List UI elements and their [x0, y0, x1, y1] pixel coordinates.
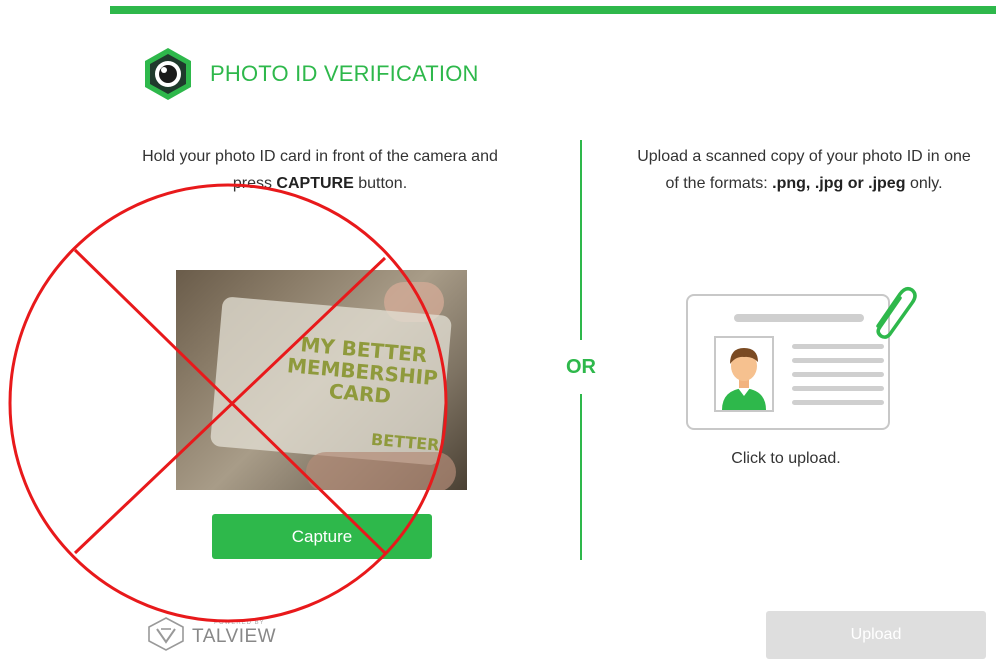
divider-line-bottom	[580, 394, 582, 560]
talview-branding: POWERED BY TALVIEW	[146, 616, 276, 652]
upload-instructions: Upload a scanned copy of your photo ID i…	[634, 143, 974, 197]
camera-lens-icon	[145, 48, 191, 100]
preview-card-brand: BETTER	[370, 429, 441, 455]
camera-instructions: Hold your photo ID card in front of the …	[132, 143, 508, 197]
id-card-line	[792, 400, 884, 405]
id-card-line	[792, 358, 884, 363]
upload-instruction-tail: only.	[909, 175, 943, 192]
click-to-upload-label[interactable]: Click to upload.	[680, 450, 892, 468]
person-avatar-icon	[714, 336, 774, 412]
capture-button[interactable]: Capture	[212, 514, 432, 559]
id-card-icon	[686, 294, 890, 430]
camera-preview: MY BETTER MEMBERSHIP CARD BETTER	[176, 270, 467, 490]
id-card-title-line	[734, 314, 864, 322]
preview-hand	[306, 452, 456, 490]
camera-instruction-tail: button.	[358, 175, 408, 192]
talview-logo-icon	[148, 617, 184, 651]
upload-dropzone[interactable]: Click to upload.	[680, 280, 920, 470]
brand-name: TALVIEW	[192, 626, 277, 647]
page-title: PHOTO ID VERIFICATION	[210, 61, 479, 86]
divider-line-top	[580, 140, 582, 340]
upload-format-list: .png, .jpg or .jpeg	[772, 175, 906, 192]
preview-id-card: MY BETTER MEMBERSHIP CARD BETTER	[209, 296, 453, 466]
or-separator: OR	[566, 356, 596, 378]
preview-card-text: MY BETTER MEMBERSHIP CARD	[286, 332, 439, 409]
id-card-line	[792, 372, 884, 377]
top-accent-bar	[110, 6, 996, 14]
upload-button[interactable]: Upload	[766, 611, 986, 659]
id-card-line	[792, 386, 884, 391]
page-header: PHOTO ID VERIFICATION	[140, 46, 479, 102]
camera-instruction-emphasis: CAPTURE	[276, 175, 354, 192]
id-card-line	[792, 344, 884, 349]
paperclip-icon	[876, 286, 917, 339]
